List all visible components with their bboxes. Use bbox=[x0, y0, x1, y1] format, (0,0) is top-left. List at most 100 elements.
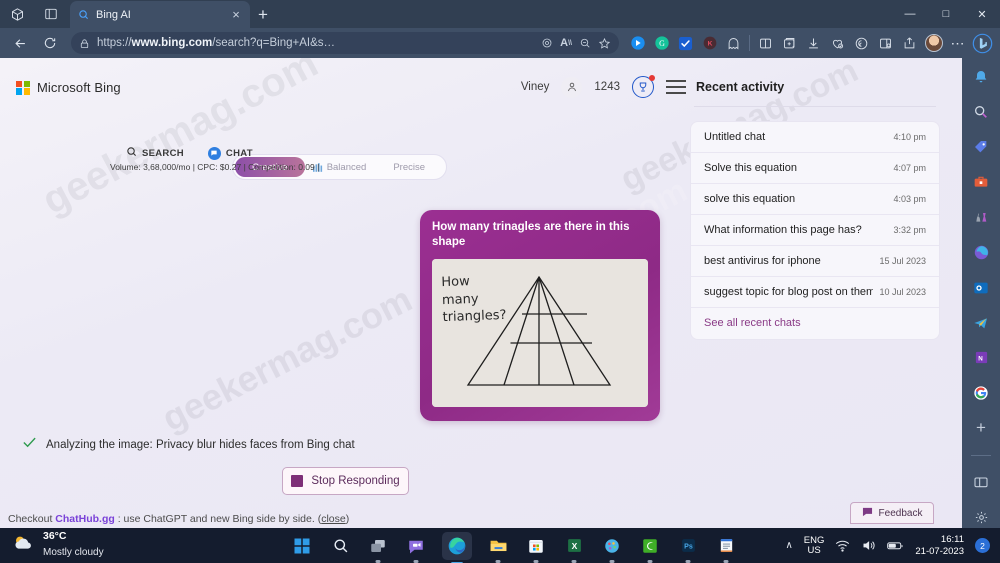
split-screen-icon[interactable] bbox=[754, 32, 777, 55]
tab-actions-icon[interactable] bbox=[0, 0, 34, 28]
address-bar[interactable]: https://www.bing.com/search?q=Bing+AI&s…… bbox=[71, 32, 619, 54]
task-view-icon[interactable] bbox=[366, 534, 390, 563]
language-indicator[interactable]: ENG US bbox=[804, 535, 825, 556]
tone-option-precise[interactable]: Precise bbox=[374, 157, 444, 177]
vertical-tabs-icon[interactable] bbox=[34, 0, 68, 28]
hamburger-menu-icon[interactable] bbox=[666, 80, 686, 94]
file-explorer-icon[interactable] bbox=[486, 534, 510, 563]
battery-icon[interactable] bbox=[887, 540, 904, 551]
tab-title: Bing AI bbox=[96, 8, 131, 21]
start-icon[interactable] bbox=[290, 534, 314, 558]
list-item[interactable]: suggest topic for blog post on theme pr … bbox=[691, 277, 939, 308]
edge-icon[interactable] bbox=[442, 531, 472, 563]
excel-icon[interactable]: X bbox=[562, 534, 586, 563]
rewards-trophy-icon[interactable] bbox=[632, 75, 655, 98]
browser-essentials-icon[interactable] bbox=[874, 32, 897, 55]
todoist-icon[interactable] bbox=[674, 32, 697, 55]
settings-gear-icon[interactable] bbox=[969, 507, 993, 528]
designer-icon[interactable] bbox=[969, 242, 993, 263]
add-icon[interactable]: + bbox=[969, 418, 993, 439]
kaspersky-icon[interactable]: K bbox=[698, 32, 721, 55]
chat-time: 3:32 pm bbox=[893, 225, 926, 235]
list-item[interactable]: Solve this equation 4:07 pm bbox=[691, 153, 939, 184]
window-maximize-button[interactable]: □ bbox=[928, 0, 964, 28]
new-tab-button[interactable]: + bbox=[250, 2, 276, 28]
camtasia-icon[interactable] bbox=[638, 534, 662, 563]
person-icon[interactable] bbox=[561, 76, 583, 98]
favorites-heart-icon[interactable] bbox=[826, 32, 849, 55]
copilot-icon[interactable] bbox=[850, 32, 873, 55]
stop-square-icon bbox=[291, 475, 304, 487]
tab-close-icon[interactable]: × bbox=[228, 7, 244, 23]
google-icon[interactable] bbox=[969, 382, 993, 403]
notification-badge-dot bbox=[649, 75, 655, 81]
feedback-button[interactable]: Feedback bbox=[850, 502, 934, 524]
clock[interactable]: 16:11 21-07-2023 bbox=[915, 534, 964, 558]
tab-favicon-search-icon bbox=[76, 8, 90, 22]
paint-icon[interactable] bbox=[600, 534, 624, 563]
chat-teams-icon[interactable] bbox=[404, 534, 428, 563]
notification-count-badge[interactable]: 2 bbox=[975, 538, 990, 553]
microsoft-store-icon[interactable] bbox=[524, 534, 548, 563]
browser-tab[interactable]: Bing AI × bbox=[70, 1, 250, 28]
split-screen-icon[interactable] bbox=[969, 472, 993, 493]
feedback-label: Feedback bbox=[878, 507, 923, 519]
telegram-icon[interactable] bbox=[969, 312, 993, 333]
search-icon[interactable] bbox=[969, 101, 993, 122]
notification-bell-icon[interactable] bbox=[969, 66, 993, 87]
read-aloud-icon[interactable]: A \\ bbox=[560, 37, 572, 49]
notepad-icon[interactable] bbox=[714, 534, 738, 563]
promo-middle: : use ChatGPT and new Bing side by side.… bbox=[114, 513, 322, 525]
more-options-icon[interactable]: ⋯ bbox=[946, 32, 969, 55]
bing-chat-button[interactable] bbox=[970, 31, 994, 55]
list-item[interactable]: solve this equation 4:03 pm bbox=[691, 184, 939, 215]
chat-title: Untitled chat bbox=[704, 131, 766, 143]
bing-header-right: Viney 1243 bbox=[521, 75, 686, 98]
reload-button[interactable] bbox=[36, 31, 64, 55]
window-minimize-button[interactable]: — bbox=[892, 0, 928, 28]
see-all-recent-chats-link[interactable]: See all recent chats bbox=[691, 308, 939, 339]
browser-tab-strip: Bing AI × + — □ ✕ bbox=[0, 0, 1000, 28]
seo-tab-search[interactable]: SEARCH bbox=[126, 146, 184, 160]
taskbar-running-dot bbox=[723, 560, 729, 563]
grammarly-icon[interactable]: G bbox=[650, 32, 673, 55]
promo-suffix: ) bbox=[345, 513, 350, 525]
games-icon[interactable] bbox=[969, 207, 993, 228]
share-icon[interactable] bbox=[898, 32, 921, 55]
ghostery-icon[interactable] bbox=[722, 32, 745, 55]
outlook-icon[interactable] bbox=[969, 277, 993, 298]
stop-responding-button[interactable]: Stop Responding bbox=[282, 467, 409, 495]
onenote-icon[interactable]: N bbox=[969, 347, 993, 368]
window-close-button[interactable]: ✕ bbox=[964, 0, 1000, 28]
seo-tab-chat[interactable]: CHAT bbox=[207, 146, 253, 160]
photoshop-icon[interactable]: Ps bbox=[676, 534, 700, 563]
chat-title: solve this equation bbox=[704, 193, 796, 205]
chathub-link[interactable]: ChatHub.gg bbox=[55, 513, 115, 525]
lock-icon bbox=[79, 38, 90, 49]
user-name[interactable]: Viney bbox=[521, 81, 550, 93]
avatar[interactable] bbox=[922, 32, 945, 55]
collections-icon[interactable] bbox=[778, 32, 801, 55]
bing-chat-icon[interactable] bbox=[626, 32, 649, 55]
favorite-star-icon[interactable] bbox=[598, 37, 611, 50]
list-item[interactable]: Untitled chat 4:10 pm bbox=[691, 122, 939, 153]
feedback-chat-icon bbox=[862, 504, 873, 522]
microsoft-bing-logo[interactable]: Microsoft Bing bbox=[16, 80, 121, 95]
zoom-out-icon[interactable] bbox=[579, 37, 591, 49]
list-item[interactable]: best antivirus for iphone 15 Jul 2023 bbox=[691, 246, 939, 277]
promo-close-link[interactable]: close bbox=[321, 513, 346, 525]
svg-text:X: X bbox=[571, 541, 577, 551]
volume-icon[interactable] bbox=[861, 539, 876, 552]
back-button[interactable] bbox=[6, 31, 34, 55]
downloads-icon[interactable] bbox=[802, 32, 825, 55]
location-icon[interactable] bbox=[541, 37, 553, 49]
chat-title: Solve this equation bbox=[704, 162, 797, 174]
search-icon[interactable] bbox=[328, 534, 352, 558]
weather-widget[interactable]: 36°C Mostly cloudy bbox=[0, 530, 290, 560]
tray-expand-chevron-icon[interactable]: ∧ bbox=[785, 540, 792, 551]
attached-image[interactable]: How many triangles? bbox=[432, 258, 648, 407]
shopping-tag-icon[interactable] bbox=[969, 136, 993, 157]
tools-briefcase-icon[interactable] bbox=[969, 171, 993, 192]
list-item[interactable]: What information this page has? 3:32 pm bbox=[691, 215, 939, 246]
wifi-icon[interactable] bbox=[835, 539, 850, 552]
